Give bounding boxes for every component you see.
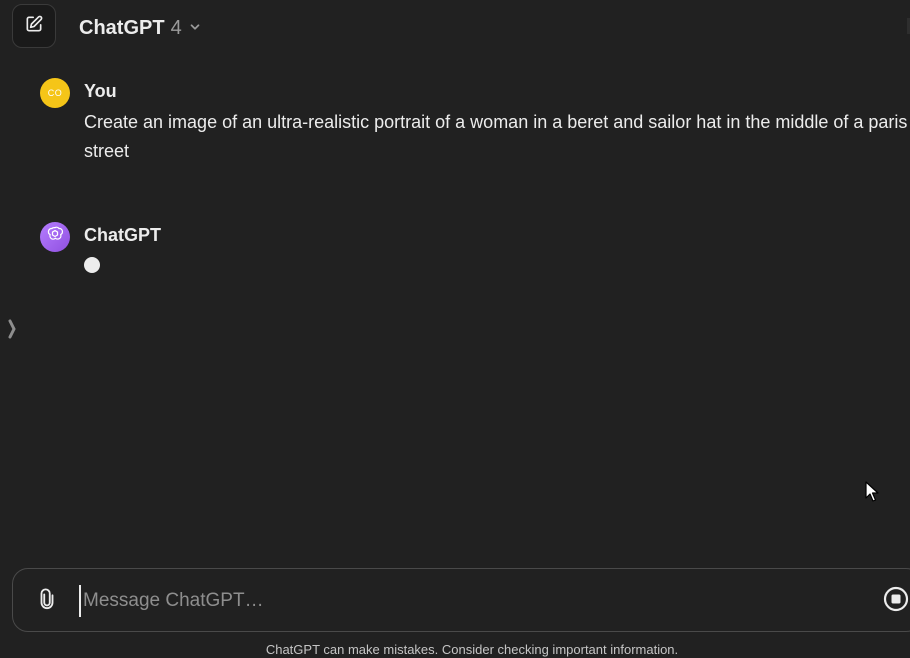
openai-logo-icon bbox=[45, 225, 65, 250]
message-author: You bbox=[84, 81, 117, 101]
assistant-avatar bbox=[40, 222, 70, 252]
sidebar-toggle-button[interactable] bbox=[6, 318, 18, 344]
typing-indicator bbox=[84, 257, 100, 273]
model-selector[interactable]: ChatGPT 4 bbox=[79, 14, 202, 42]
paperclip-icon bbox=[36, 587, 58, 616]
avatar-initials: CO bbox=[47, 88, 63, 98]
attach-file-button[interactable] bbox=[33, 587, 61, 615]
model-version: 4 bbox=[170, 16, 182, 39]
message-text: Create an image of an ultra-realistic po… bbox=[84, 112, 908, 161]
model-name: ChatGPT bbox=[79, 16, 165, 39]
chat-page: ChatGPT 4 CO You Create an image of an u… bbox=[0, 0, 910, 658]
edit-icon bbox=[24, 14, 44, 39]
message-input[interactable] bbox=[79, 585, 863, 617]
disclaimer-text: ChatGPT can make mistakes. Consider chec… bbox=[265, 642, 679, 657]
user-avatar: CO bbox=[40, 78, 70, 108]
chevron-right-icon bbox=[7, 318, 17, 345]
stop-icon bbox=[883, 586, 909, 617]
message-author: ChatGPT bbox=[84, 225, 162, 245]
message-composer bbox=[12, 568, 910, 632]
mouse-cursor-icon bbox=[865, 481, 881, 503]
new-chat-button[interactable] bbox=[12, 4, 56, 48]
chevron-down-icon bbox=[188, 17, 202, 40]
stop-generating-button[interactable] bbox=[881, 586, 910, 616]
